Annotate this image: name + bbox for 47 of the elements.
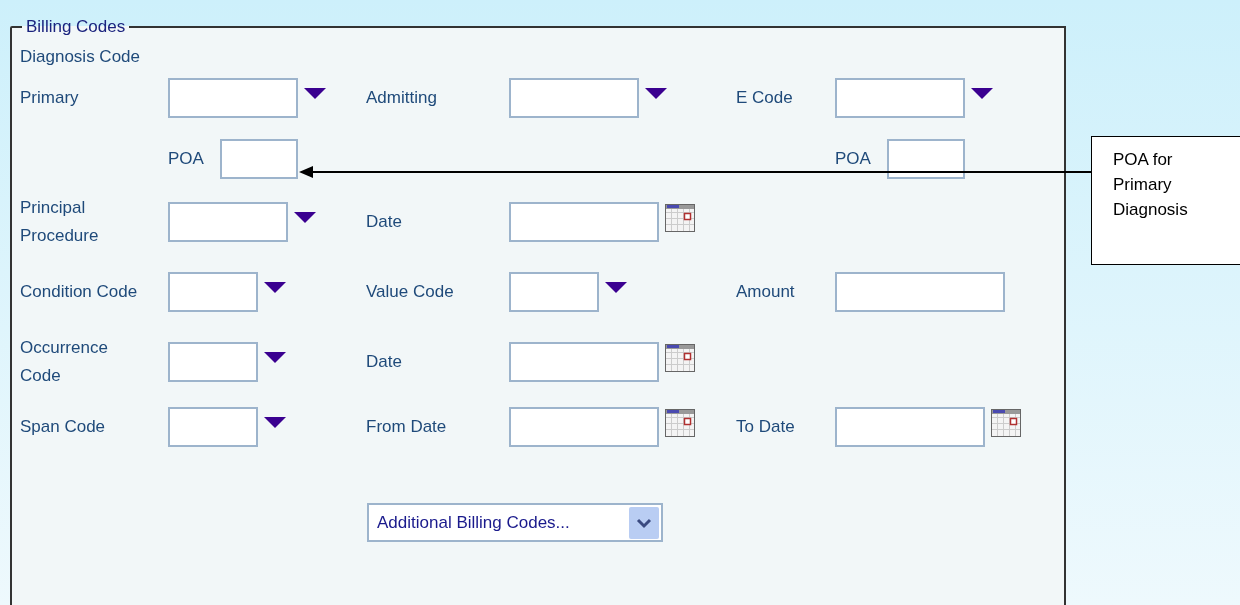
section-title: Billing Codes xyxy=(25,16,127,38)
input-field[interactable] xyxy=(168,272,258,312)
dropdown-icon[interactable] xyxy=(264,351,286,363)
field-label: From Date xyxy=(366,416,448,438)
input-field[interactable] xyxy=(168,407,258,447)
field-label: Date xyxy=(366,351,403,373)
field-label: Admitting xyxy=(366,87,438,109)
dropdown-icon[interactable] xyxy=(294,211,316,223)
field-label: Condition Code xyxy=(20,281,139,303)
input-field[interactable] xyxy=(509,78,639,118)
section-subtitle: Diagnosis Code xyxy=(20,45,140,68)
dropdown-icon[interactable] xyxy=(645,87,667,99)
chevron-down-icon xyxy=(629,506,659,539)
input-field[interactable] xyxy=(835,407,985,447)
callout-note: POA for Primary Diagnosis xyxy=(1091,136,1240,265)
field-label: Span Code xyxy=(20,416,107,438)
input-field[interactable] xyxy=(835,78,965,118)
field-label: Value Code xyxy=(366,281,455,303)
field-label: Occurrence Code xyxy=(20,337,109,387)
dropdown-icon[interactable] xyxy=(264,281,286,293)
field-label: Amount xyxy=(736,281,796,303)
field-label: Principal Procedure xyxy=(20,197,100,247)
field-label: Primary xyxy=(20,87,80,109)
input-field[interactable] xyxy=(168,342,258,382)
dropdown-icon[interactable] xyxy=(304,87,326,99)
calendar-icon[interactable] xyxy=(665,409,695,437)
input-field[interactable] xyxy=(835,272,1005,312)
input-field[interactable] xyxy=(509,202,659,242)
dropdown-icon[interactable] xyxy=(971,87,993,99)
calendar-icon[interactable] xyxy=(665,344,695,372)
input-field[interactable] xyxy=(509,342,659,382)
calendar-icon[interactable] xyxy=(665,204,695,232)
poa-label: POA xyxy=(168,148,205,171)
dropdown-icon[interactable] xyxy=(264,416,286,428)
poa-label: POA xyxy=(835,148,872,171)
input-field[interactable] xyxy=(168,202,288,242)
field-label: E Code xyxy=(736,87,794,109)
input-field[interactable] xyxy=(168,78,298,118)
poa-field[interactable] xyxy=(887,139,965,179)
poa-field[interactable] xyxy=(220,139,298,179)
additional-codes-select[interactable]: Additional Billing Codes... xyxy=(367,503,663,542)
input-field[interactable] xyxy=(509,272,599,312)
dropdown-icon[interactable] xyxy=(605,281,627,293)
field-label: Date xyxy=(366,211,403,233)
input-field[interactable] xyxy=(509,407,659,447)
field-label: To Date xyxy=(736,416,796,438)
calendar-icon[interactable] xyxy=(991,409,1021,437)
